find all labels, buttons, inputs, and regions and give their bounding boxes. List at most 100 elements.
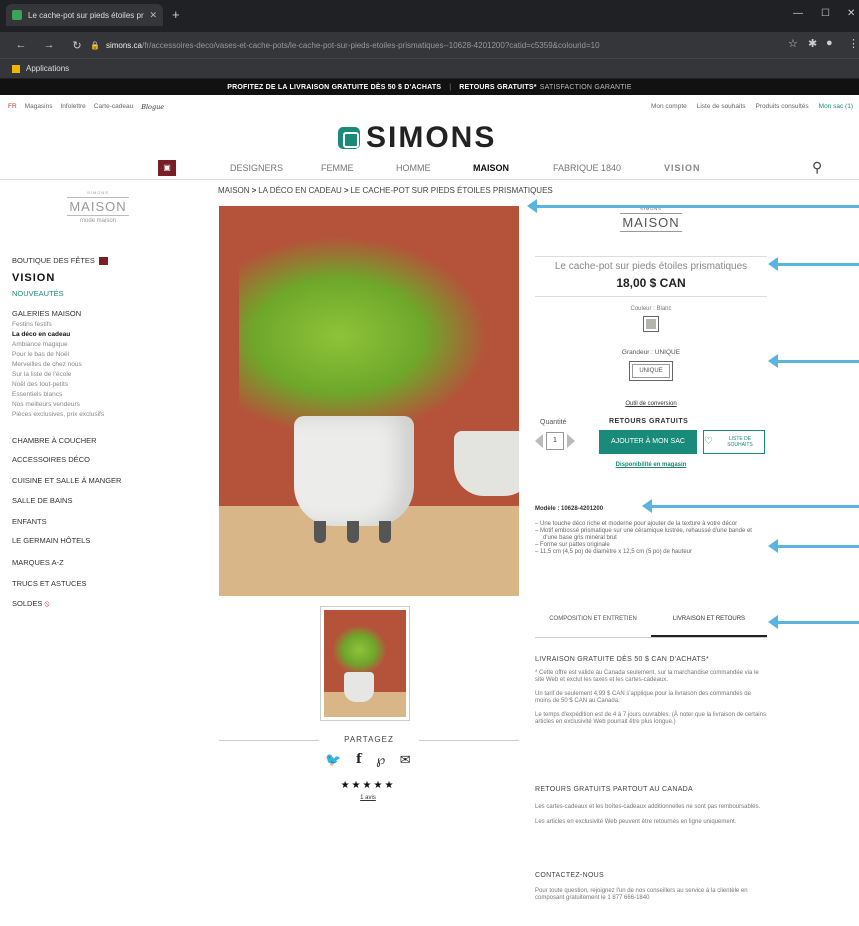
bookmark-star-icon[interactable]: ☆	[788, 37, 798, 50]
search-icon[interactable]: ⚲	[812, 159, 822, 176]
sidebar-item-cuisine[interactable]: CUISINE ET SALLE À MANGER	[12, 476, 121, 485]
increment-arrow-icon[interactable]	[567, 434, 575, 448]
link-account[interactable]: Mon compte	[651, 103, 687, 110]
sidebar-item-salle-de-bains[interactable]: SALLE DE BAINS	[12, 496, 72, 505]
twitter-icon[interactable]: 🐦	[325, 752, 341, 768]
tab-close-icon[interactable]: ✕	[149, 10, 157, 21]
crumb-maison[interactable]: MAISON	[218, 186, 250, 195]
new-tab-icon[interactable]: +	[172, 7, 180, 22]
gift-icon[interactable]: ▣	[158, 160, 176, 176]
quantity-input[interactable]: 1	[546, 432, 564, 450]
wishlist-button[interactable]: ♡ LISTE DE SOUHAITS	[703, 430, 765, 454]
promo-shipping[interactable]: PROFITEZ DE LA LIVRAISON GRATUITE DÈS 50…	[227, 84, 441, 91]
size-option-unique[interactable]: UNIQUE	[629, 361, 673, 381]
feature-item: – 11,5 cm (4,5 po) de diamètre x 12,5 cm…	[535, 549, 692, 555]
conversion-tool-link[interactable]: Outil de conversion	[625, 401, 676, 407]
pot-leg	[347, 521, 359, 543]
sidebar-sub-item[interactable]: Festins festifs	[12, 321, 52, 328]
shipping-heading: LIVRAISON GRATUITE DÈS 50 $ CAN D'ACHATS…	[535, 656, 710, 663]
browser-tab[interactable]: Le cache-pot sur pieds étoiles pr ✕	[6, 4, 163, 26]
crumb-deco[interactable]: LA DÉCO EN CADEAU	[258, 186, 342, 195]
product-brand-logo[interactable]: SIMONS MAISON	[535, 206, 767, 232]
returns-text: Les articles en exclusivité Web peuvent …	[535, 819, 737, 825]
email-icon[interactable]: ✉	[400, 752, 411, 768]
close-window-icon[interactable]: ✕	[847, 8, 855, 19]
link-blog[interactable]: Blogue	[141, 103, 164, 111]
site-logo[interactable]: SIMONS	[338, 121, 496, 155]
nav-maison[interactable]: MAISON	[473, 163, 509, 173]
nav-designers[interactable]: DESIGNERS	[230, 163, 283, 173]
bookmark-applications[interactable]: Applications	[26, 64, 69, 73]
maximize-icon[interactable]: ☐	[821, 8, 830, 19]
profile-icon[interactable]: ●	[826, 37, 833, 49]
size-label: Grandeur : UNIQUE	[621, 349, 681, 356]
sidebar-item-trucs[interactable]: TRUCS ET ASTUCES	[12, 579, 86, 588]
apps-icon	[12, 64, 20, 73]
nav-fabrique[interactable]: FABRIQUE 1840	[553, 163, 621, 173]
add-to-bag-button[interactable]: AJOUTER À MON SAC	[599, 430, 697, 454]
url-field[interactable]: 🔒 simons.ca/fr/accessoires-deco/vases-et-…	[90, 35, 770, 55]
feature-text: Forme sur pattes originale	[540, 542, 610, 548]
nav-vision[interactable]: VISION	[664, 163, 701, 173]
back-icon[interactable]: ←	[14, 39, 28, 51]
bookmarks-bar: Applications	[0, 58, 859, 78]
sidebar-sub-item[interactable]: Merveilles de chez nous	[12, 361, 82, 368]
sidebar-sub-item[interactable]: Ambiance magique	[12, 341, 68, 348]
sidebar-item-galeries[interactable]: GALERIES MAISON	[12, 309, 81, 318]
sidebar-item-accessoires[interactable]: ACCESSOIRES DÉCO	[12, 455, 90, 464]
sidebar-sub-item[interactable]: Noël des tout-petits	[12, 381, 68, 388]
product-image[interactable]	[219, 206, 519, 596]
promo-guarantee: SATISFACTION GARANTIE	[539, 83, 632, 91]
sidebar-item-nouveautes[interactable]: NOUVEAUTÉS	[12, 289, 64, 298]
sidebar-sub-item[interactable]: Nos meilleurs vendeurs	[12, 401, 80, 408]
nav-femme[interactable]: FEMME	[321, 163, 354, 173]
sidebar-sub-item[interactable]: Sur la liste de l'école	[12, 371, 71, 378]
sidebar-item-vision[interactable]: VISION	[12, 272, 55, 284]
info-tabs: COMPOSITION ET ENTRETIEN LIVRAISON ET RE…	[535, 612, 767, 638]
link-newsletter[interactable]: Infolettre	[61, 103, 86, 111]
nav-homme[interactable]: HOMME	[396, 163, 431, 173]
decrement-arrow-icon[interactable]	[535, 434, 543, 448]
pinterest-icon[interactable]: ℘	[376, 752, 385, 768]
sidebar-sub-item[interactable]: Pièces exclusives, prix exclusifs	[12, 411, 104, 418]
shipping-time-text: Le temps d'expédition est de 4 à 7 jours…	[535, 712, 766, 725]
feature-item: – Une touche déco riche et moderne pour …	[535, 521, 738, 527]
store-availability-link[interactable]: Disponibilité en magasin	[535, 462, 767, 468]
heart-icon: ♡	[704, 436, 713, 447]
sidebar-item-fetes[interactable]: BOUTIQUE DES FÊTES	[12, 256, 108, 266]
sidebar-maison-logo[interactable]: SIMONS MAISON mode maison	[48, 190, 148, 224]
sidebar-item-germain[interactable]: LE GERMAIN HÔTELS	[12, 536, 90, 545]
reviews-link[interactable]: 1 avis	[318, 795, 418, 801]
link-stores[interactable]: Magasins	[25, 103, 53, 111]
rating-stars[interactable]: ★★★★★	[318, 780, 418, 791]
menu-icon[interactable]: ⋮	[848, 37, 859, 50]
sidebar-sub-item[interactable]: Pour le bas de Noël	[12, 351, 69, 358]
sidebar-sub-item-active[interactable]: La déco en cadeau	[12, 331, 70, 338]
reload-icon[interactable]: ↻	[70, 39, 84, 52]
tab-shipping[interactable]: LIVRAISON ET RETOURS	[651, 612, 767, 637]
planter-pot	[294, 416, 414, 526]
sidebar-item-chambre[interactable]: CHAMBRE À COUCHER	[12, 436, 97, 445]
url-domain: simons.ca	[105, 40, 142, 50]
sidebar-item-soldes[interactable]: SOLDES ⦸	[12, 599, 49, 609]
link-wishlist[interactable]: Liste de souhaits	[697, 103, 746, 110]
link-gift-card[interactable]: Carte-cadeau	[94, 103, 133, 111]
annotation-arrow	[768, 354, 859, 368]
social-share: 🐦 f ℘ ✉	[318, 752, 418, 768]
browser-chrome: Le cache-pot sur pieds étoiles pr ✕ + — ☐…	[0, 0, 859, 79]
language-selector[interactable]: FR	[8, 103, 17, 111]
feature-text: Une touche déco riche et moderne pour aj…	[540, 521, 738, 527]
link-viewed-products[interactable]: Produits consultés	[756, 103, 809, 110]
minimize-icon[interactable]: —	[793, 8, 803, 19]
sidebar-item-marques[interactable]: MARQUES A-Z	[12, 558, 64, 567]
promo-returns[interactable]: RETOURS GRATUITS*	[459, 84, 536, 91]
link-bag[interactable]: Mon sac (1)	[819, 103, 853, 110]
forward-icon[interactable]: →	[42, 39, 56, 51]
sidebar-item-enfants[interactable]: ENFANTS	[12, 517, 47, 526]
product-thumbnail[interactable]	[320, 606, 410, 721]
extension-icon[interactable]: ✱	[808, 37, 817, 50]
facebook-icon[interactable]: f	[356, 752, 362, 768]
tab-composition[interactable]: COMPOSITION ET ENTRETIEN	[535, 612, 651, 637]
sidebar-sub-item[interactable]: Essentiels blancs	[12, 391, 62, 398]
color-swatch-blanc[interactable]	[643, 316, 659, 332]
